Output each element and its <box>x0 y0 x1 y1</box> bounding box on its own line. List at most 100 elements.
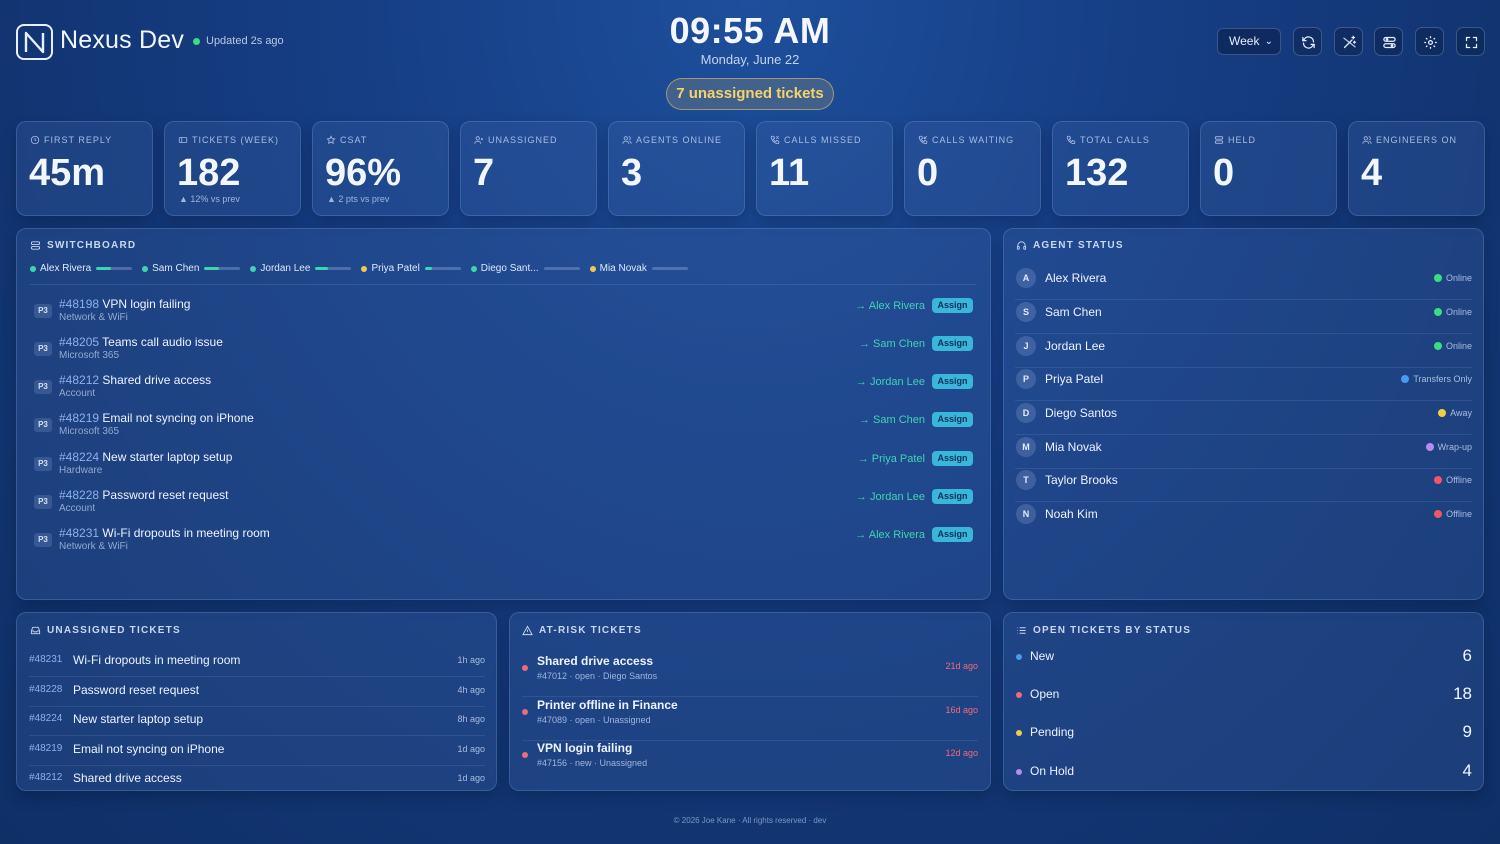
switchboard-row[interactable]: P3 #48212 Shared drive access Account → … <box>30 373 975 411</box>
agent-status: Online <box>1433 307 1472 317</box>
assign-button[interactable]: Assign <box>932 527 973 542</box>
ticket-title: Email not syncing on iPhone <box>73 742 225 756</box>
status-dot <box>1016 730 1022 736</box>
switchboard-button[interactable] <box>1374 27 1403 56</box>
agent-name: Jordan Lee <box>1045 339 1106 353</box>
kpi-label: UNASSIGNED <box>488 135 558 145</box>
refresh-icon <box>1302 36 1315 49</box>
list-item[interactable]: #48228 Password reset request 4h ago <box>29 678 485 707</box>
inbox-icon <box>30 626 41 635</box>
clock-icon <box>30 135 40 145</box>
ticket-title: Email not syncing on iPhone <box>102 411 254 425</box>
ticket-id: #48224 <box>59 450 100 464</box>
suggested-agent: → Priya Patel <box>857 453 925 465</box>
agent-row[interactable]: P Priya Patel Transfers Only <box>1015 367 1472 401</box>
assign-button[interactable]: Assign <box>932 298 973 313</box>
kpi-label: CSAT <box>340 135 368 145</box>
switchboard-icon <box>30 241 41 250</box>
magic-button[interactable] <box>1334 27 1363 56</box>
legend-dot <box>250 265 257 272</box>
priority-badge: P3 <box>34 495 52 509</box>
legend-dot <box>30 265 36 272</box>
kpi-value: 0 <box>1213 152 1235 194</box>
ticket-age: 8h ago <box>457 714 485 724</box>
status-dot <box>1401 375 1410 383</box>
list-item[interactable]: Printer offline in Finance #47089 · open … <box>522 697 978 741</box>
switchboard-row[interactable]: P3 #48198 VPN login failing Network & Wi… <box>30 297 975 335</box>
settings-icon <box>1424 36 1437 49</box>
ticket-category: Account <box>59 388 96 399</box>
unassigned-title: UNASSIGNED TICKETS <box>30 625 181 636</box>
ticket-title: VPN login failing <box>537 741 633 755</box>
ticket-title: Password reset request <box>73 683 200 697</box>
footer: © 2026 Joe Kane · All rights reserved · … <box>673 816 827 825</box>
kpi-total-calls: TOTAL CALLS 132 <box>1052 121 1189 216</box>
ticket-title: Printer offline in Finance <box>537 698 678 712</box>
list-item[interactable]: VPN login failing #47156 · new · Unassign… <box>522 740 978 784</box>
refresh-button[interactable] <box>1293 27 1322 56</box>
status-dot <box>1016 769 1022 775</box>
ticket-title: Wi-Fi dropouts in meeting room <box>73 653 241 667</box>
magic-wand-icon <box>1343 35 1357 49</box>
list-item[interactable]: Shared drive access #47012 · open · Diego… <box>522 653 978 697</box>
agent-row[interactable]: N Noah Kim Offline <box>1015 502 1472 536</box>
suggested-agent: → Sam Chen <box>858 338 925 350</box>
ticket-age: 1d ago <box>457 744 485 754</box>
suggested-agent: → Jordan Lee <box>855 376 925 388</box>
ticket-meta: #47089 · open · Unassigned <box>537 715 651 725</box>
fullscreen-button[interactable] <box>1456 27 1485 56</box>
switchboard-row[interactable]: P3 #48224 New starter laptop setup Hardw… <box>30 450 975 488</box>
list-icon <box>1017 627 1026 634</box>
legend-dot <box>470 265 477 272</box>
kpi-agents-online: AGENTS ONLINE 3 <box>608 121 745 216</box>
ticket-id: #48205 <box>59 335 100 349</box>
star-icon <box>326 135 336 145</box>
status-dot <box>1434 476 1443 484</box>
agent-row[interactable]: J Jordan Lee Online <box>1015 334 1472 368</box>
agent-name: Noah Kim <box>1045 507 1098 521</box>
status-row[interactable]: New 6 <box>1016 646 1472 679</box>
switchboard-row[interactable]: P3 #48228 Password reset request Account… <box>30 488 975 526</box>
agent-row[interactable]: D Diego Santos Away <box>1015 401 1472 435</box>
kpi-tickets-week: TICKETS (WEEK) 182 ▲ 12% vs prev <box>164 121 301 216</box>
status-count: 18 <box>1453 684 1472 703</box>
ticket-id: #48198 <box>59 297 100 311</box>
agent-row[interactable]: A Alex Rivera Online <box>1015 266 1472 300</box>
assign-button[interactable]: Assign <box>932 412 973 427</box>
assign-button[interactable]: Assign <box>932 374 973 389</box>
switchboard-row[interactable]: P3 #48205 Teams call audio issue Microso… <box>30 335 975 373</box>
ticket-title: Password reset request <box>102 488 229 502</box>
list-item[interactable]: #48231 Wi-Fi dropouts in meeting room 1h a… <box>29 648 485 677</box>
status-name: New <box>1030 649 1055 663</box>
ticket-id: #48219 <box>29 743 63 754</box>
list-item[interactable]: #48219 Email not syncing on iPhone 1d ago <box>29 737 485 766</box>
unassigned-list: #48231 Wi-Fi dropouts in meeting room 1h a… <box>17 646 496 783</box>
agent-row[interactable]: T Taylor Brooks Offline <box>1015 468 1472 502</box>
assign-button[interactable]: Assign <box>932 451 973 466</box>
ticket-id: #48212 <box>59 373 100 387</box>
switchboard-row[interactable]: P3 #48219 Email not syncing on iPhone Mi… <box>30 411 975 449</box>
settings-button[interactable] <box>1415 27 1444 56</box>
assign-button[interactable]: Assign <box>932 489 973 504</box>
headset-icon <box>1016 241 1027 250</box>
switchboard-row[interactable]: P3 #48231 Wi-Fi dropouts in meeting room… <box>30 526 975 564</box>
risk-dot <box>522 665 528 671</box>
legend-item: Diego Sant... <box>470 263 580 274</box>
agent-status: Online <box>1433 341 1472 351</box>
range-select[interactable]: Week ⌄ <box>1217 28 1281 55</box>
list-item[interactable]: #48212 Shared drive access 1d ago <box>29 766 485 783</box>
kpi-label: CALLS MISSED <box>784 135 862 145</box>
kpi-label: HELD <box>1228 135 1257 145</box>
load-bar <box>543 267 580 270</box>
status-row[interactable]: Pending 9 <box>1016 722 1472 755</box>
assign-button[interactable]: Assign <box>932 336 973 351</box>
agent-row[interactable]: M Mia Novak Wrap-up <box>1015 435 1472 469</box>
unassigned-tickets-pill[interactable]: 7 unassigned tickets <box>666 78 834 110</box>
agent-row[interactable]: S Sam Chen Online <box>1015 300 1472 334</box>
status-row[interactable]: Open 18 <box>1016 684 1472 717</box>
list-item[interactable]: #48224 New starter laptop setup 8h ago <box>29 707 485 736</box>
ticket-id: #48219 <box>59 411 100 425</box>
kpi-value: 45m <box>29 152 106 194</box>
status-row[interactable]: On Hold 4 <box>1016 761 1472 794</box>
priority-badge: P3 <box>34 304 52 318</box>
